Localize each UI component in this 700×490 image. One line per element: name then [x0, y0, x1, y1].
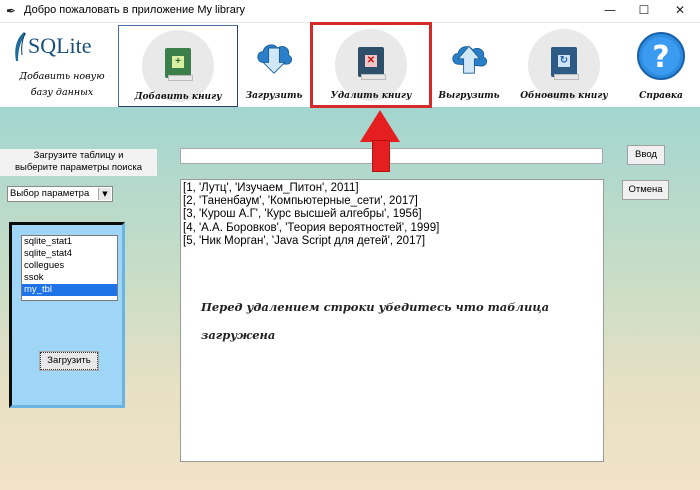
chevron-down-icon[interactable]: ▼ [98, 188, 111, 200]
parameter-select[interactable]: Выбор параметра ▼ [7, 186, 113, 202]
logo-text: SQLite [28, 33, 92, 58]
upload-label: Выгрузить [438, 91, 500, 101]
result-row: [2, 'Таненбаум', 'Компьютерные_сети', 20… [183, 195, 418, 208]
toolbar: SQLite Добавить новую базу данных + Доба… [0, 22, 700, 108]
svg-text:?: ? [652, 40, 669, 75]
load-table-button[interactable]: Загрузить [40, 352, 98, 370]
cloud-upload-icon [452, 45, 488, 74]
load-label: Загрузить [245, 91, 303, 101]
question-mark-icon: ? [637, 32, 685, 80]
highlight-frame [310, 22, 432, 108]
result-row: [4, 'А.А. Боровков', 'Теория вероятносте… [183, 221, 440, 234]
load-instructions-line2: выберите параметры поиска [15, 162, 142, 173]
delete-hint-line1: Перед удалением строки убедитесь что таб… [201, 300, 550, 314]
title-bar: ✒ Добро пожаловать в приложение My libra… [0, 0, 700, 23]
list-item-selected[interactable]: my_tbl [22, 284, 117, 296]
cancel-button[interactable]: Отмена [622, 180, 669, 200]
result-row: [3, 'Курош А.Г', 'Курс высшей алгебры', … [183, 208, 422, 221]
sqlite-logo-button[interactable]: SQLite Добавить новую базу данных [8, 29, 114, 105]
refresh-book-button[interactable]: ↻ Обновить книгу [506, 25, 622, 105]
delete-hint-line2: загружена [201, 328, 276, 342]
red-arrow-shaft [372, 140, 390, 172]
app-feather-icon: ✒ [6, 4, 17, 18]
red-arrow-head [360, 110, 400, 142]
parameter-select-value: Выбор параметра [10, 188, 90, 199]
help-label: Справка [639, 91, 683, 101]
load-instructions: Загрузите таблицу и выберите параметры п… [0, 149, 157, 176]
search-input[interactable] [180, 148, 603, 164]
green-book-plus-icon: + [165, 48, 193, 81]
refresh-book-label: Обновить книгу [520, 91, 608, 101]
logo-subtitle: Добавить новую базу данных [10, 69, 114, 101]
delete-hint-note: Перед удалением строки убедитесь что таб… [201, 293, 591, 349]
list-item[interactable]: sqlite_stat4 [22, 248, 117, 260]
load-button[interactable]: Загрузить [240, 25, 308, 105]
logo-subtitle-line2: базу данных [30, 87, 94, 98]
delete-book-button[interactable]: ✕ Удалить книгу [310, 22, 432, 108]
minimize-button[interactable]: — [594, 0, 626, 22]
result-row: [5, 'Ник Морган', 'Java Script для детей… [183, 234, 426, 247]
list-item[interactable]: ssok [22, 272, 117, 284]
feather-icon [15, 32, 26, 61]
enter-button[interactable]: Ввод [627, 145, 665, 165]
window-title: Добро пожаловать в приложение My library [24, 4, 245, 16]
add-book-label: Добавить книгу [134, 92, 222, 102]
logo-subtitle-line1: Добавить новую [19, 71, 105, 82]
help-button[interactable]: ? Справка [626, 25, 696, 105]
add-book-button[interactable]: + Добавить книгу [118, 25, 238, 107]
blue-book-refresh-icon: ↻ [551, 47, 579, 80]
load-instructions-line1: Загрузите таблицу и [33, 150, 124, 161]
cloud-download-icon [257, 44, 293, 74]
upload-button[interactable]: Выгрузить [436, 25, 502, 105]
list-item[interactable]: sqlite_stat1 [22, 236, 117, 248]
close-button[interactable]: ✕ [664, 0, 696, 22]
maximize-button[interactable]: ☐ [628, 0, 660, 22]
table-panel: sqlite_stat1 sqlite_stat4 collegues ssok… [9, 222, 125, 408]
list-item[interactable]: collegues [22, 260, 117, 272]
result-rows: [1, 'Лутц', 'Изучаем_Питон', 2011] [2, '… [183, 182, 439, 248]
table-listbox[interactable]: sqlite_stat1 sqlite_stat4 collegues ssok… [21, 235, 118, 301]
output-text-area[interactable]: [1, 'Лутц', 'Изучаем_Питон', 2011] [2, '… [180, 179, 604, 462]
result-row: [1, 'Лутц', 'Изучаем_Питон', 2011] [183, 182, 359, 194]
